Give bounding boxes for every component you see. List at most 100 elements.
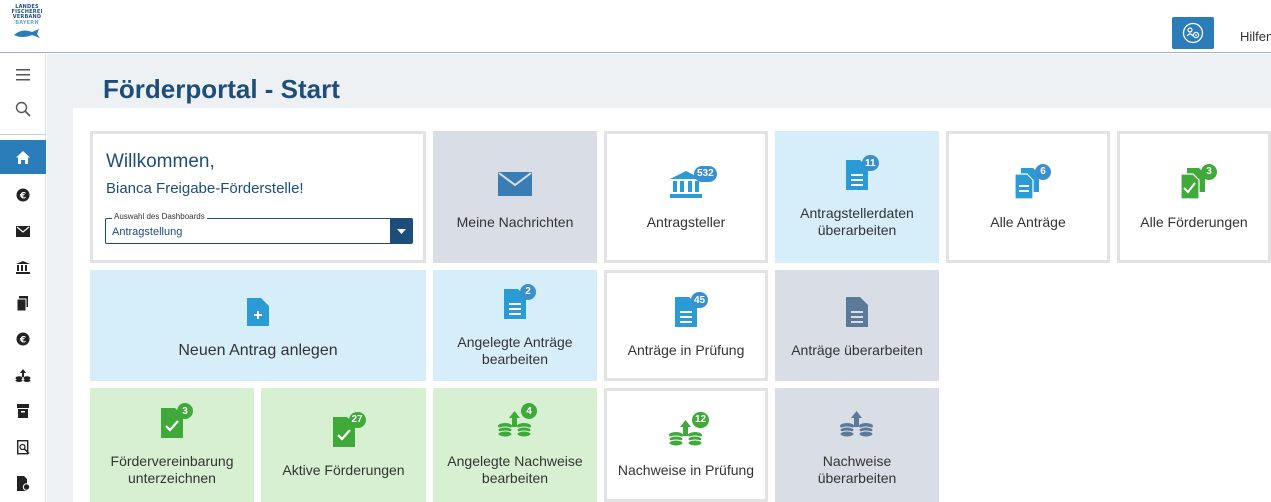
svg-text:€: €	[19, 192, 26, 202]
count-badge: 27	[348, 411, 366, 428]
welcome-heading: Willkommen,	[106, 151, 215, 172]
sidebar-item-euro[interactable]: €	[0, 178, 46, 212]
welcome-user-name: Bianca Freigabe-Förderstelle!	[106, 180, 304, 197]
tile-icon-wrap: 12	[668, 411, 710, 452]
sidebar: € €	[0, 54, 46, 502]
home-icon	[16, 150, 30, 164]
tile-alle-antraege[interactable]: 6 Alle Anträge	[946, 131, 1110, 263]
dashboard-select-toggle[interactable]	[390, 219, 412, 243]
tile-label: Angelegte Nachweise bearbeiten	[447, 453, 583, 486]
bank-icon	[16, 260, 30, 274]
tile-neuen-antrag-anlegen[interactable]: Neuen Antrag anlegen	[90, 270, 426, 381]
tile-label: Nachweise überarbeiten	[817, 453, 897, 486]
tile-antragstellerdaten-ueberarbeiten[interactable]: 11 Antragstellerdaten überarbeiten	[775, 131, 939, 263]
dashboard-select-value: Antragstellung	[112, 226, 183, 238]
envelope-icon	[498, 171, 532, 196]
tile-label: Alle Anträge	[990, 213, 1066, 230]
help-button[interactable]	[1172, 17, 1214, 49]
tile-icon-wrap: 11	[846, 155, 879, 195]
dashboard-select-label: Auswahl des Dashboards	[112, 212, 207, 221]
page-title: Förderportal - Start	[103, 74, 340, 104]
tile-label: Alle Förderungen	[1140, 213, 1248, 230]
tile-antraege-in-pruefung[interactable]: 45 Anträge in Prüfung	[604, 270, 768, 381]
count-badge: 532	[694, 165, 717, 182]
tile-label: Anträge überarbeiten	[791, 342, 923, 358]
euro-icon: €	[16, 188, 30, 202]
tile-label: Antragstellerdaten überarbeiten	[800, 205, 914, 238]
sidebar-item-documents[interactable]	[0, 286, 46, 320]
tile-angelegte-nachweise-bearbeiten[interactable]: 4 Angelegte Nachweise bearbeiten	[433, 388, 597, 502]
count-badge: 6	[1035, 163, 1051, 180]
count-badge: 12	[692, 411, 710, 428]
tile-label: Aktive Förderungen	[282, 461, 405, 478]
tile-label: Neuen Antrag anlegen	[178, 342, 338, 359]
logo-line: BAYERN	[15, 19, 39, 26]
tile-label: Nachweise in Prüfung	[617, 461, 755, 478]
document-search-icon	[16, 439, 30, 454]
tile-nachweise-in-pruefung[interactable]: 12 Nachweise in Prüfung	[604, 388, 768, 502]
tile-icon-wrap	[839, 403, 875, 443]
tile-icon-wrap	[846, 292, 868, 332]
count-badge: 3	[177, 403, 193, 419]
tile-icon-wrap: 27	[332, 411, 366, 452]
tile-foerdervereinbarung-unterzeichnen[interactable]: 3 Fördervereinbarung unterzeichnen	[90, 388, 254, 502]
dashboard-select[interactable]: Auswahl des Dashboards Antragstellung	[105, 212, 413, 244]
tile-label: Fördervereinbarung unterzeichnen	[110, 453, 234, 486]
people-gear-icon	[1182, 22, 1204, 44]
sidebar-item-approval[interactable]	[0, 466, 46, 500]
new-document-icon	[247, 298, 269, 326]
archive-icon	[17, 404, 29, 418]
sidebar-item-archive[interactable]	[0, 394, 46, 428]
tile-label: Meine Nachrichten	[456, 213, 574, 230]
welcome-tile: Willkommen, Bianca Freigabe-Förderstelle…	[90, 131, 426, 263]
help-label[interactable]: Hilfen	[1240, 29, 1271, 44]
envelope-icon	[16, 225, 30, 237]
tile-label: Antragsteller	[646, 213, 726, 230]
coins-arrow-icon	[839, 411, 874, 437]
tile-icon-wrap: 3	[161, 403, 193, 443]
count-badge: 4	[521, 403, 537, 419]
tile-nachweise-ueberarbeiten[interactable]: Nachweise überarbeiten	[775, 388, 939, 502]
document-check-icon	[16, 475, 30, 491]
tile-icon-wrap: 2	[504, 283, 536, 324]
sidebar-item-messages[interactable]	[0, 214, 46, 248]
sidebar-item-menu[interactable]	[0, 58, 46, 92]
tile-icon-wrap: 6	[1015, 163, 1051, 204]
hamburger-icon	[16, 69, 30, 81]
tile-antragsteller[interactable]: 532 Antragsteller	[604, 131, 768, 263]
tile-meine-nachrichten[interactable]: Meine Nachrichten	[433, 131, 597, 263]
count-badge: 3	[1201, 163, 1217, 180]
count-badge: 2	[520, 283, 536, 300]
sidebar-item-funding[interactable]	[0, 358, 46, 392]
tile-icon-wrap: 532	[668, 164, 717, 204]
sidebar-divider	[0, 134, 46, 135]
sidebar-item-home[interactable]	[0, 140, 46, 174]
tile-icon-wrap: 3	[1181, 163, 1217, 204]
tile-aktive-foerderungen[interactable]: 27 Aktive Förderungen	[261, 388, 426, 502]
tile-antraege-ueberarbeiten[interactable]: Anträge überarbeiten	[775, 270, 939, 381]
sidebar-item-search[interactable]	[0, 92, 46, 126]
tile-angelegte-antraege-bearbeiten[interactable]: 2 Angelegte Anträge bearbeiten	[433, 270, 597, 381]
tile-label: Angelegte Anträge bearbeiten	[457, 333, 573, 367]
documents-icon	[17, 295, 28, 311]
tile-label: Anträge in Prüfung	[627, 342, 745, 358]
count-badge: 11	[862, 155, 879, 171]
landesfischereiverband-logo[interactable]: LANDES FISCHEREI VERBAND BAYERN	[2, 4, 52, 49]
chevron-down-icon	[396, 228, 406, 234]
euro-icon: €	[16, 332, 30, 346]
svg-text:€: €	[19, 336, 26, 346]
tile-icon-wrap	[498, 164, 532, 204]
sidebar-item-euro-2[interactable]: €	[0, 322, 46, 356]
tile-icon-wrap: 45	[675, 292, 709, 332]
tile-icon-wrap: 4	[497, 403, 537, 443]
sidebar-item-institution[interactable]	[0, 250, 46, 284]
tile-icon-wrap	[247, 292, 269, 332]
sidebar-item-review[interactable]	[0, 430, 46, 464]
search-icon	[15, 101, 31, 117]
tile-alle-foerderungen[interactable]: 3 Alle Förderungen	[1117, 131, 1271, 263]
count-badge: 45	[691, 292, 709, 308]
top-bar: LANDES FISCHEREI VERBAND BAYERN Hilfen	[0, 0, 1271, 53]
fish-icon	[14, 28, 40, 38]
coins-arrow-icon	[15, 369, 31, 382]
document-icon	[846, 297, 868, 327]
